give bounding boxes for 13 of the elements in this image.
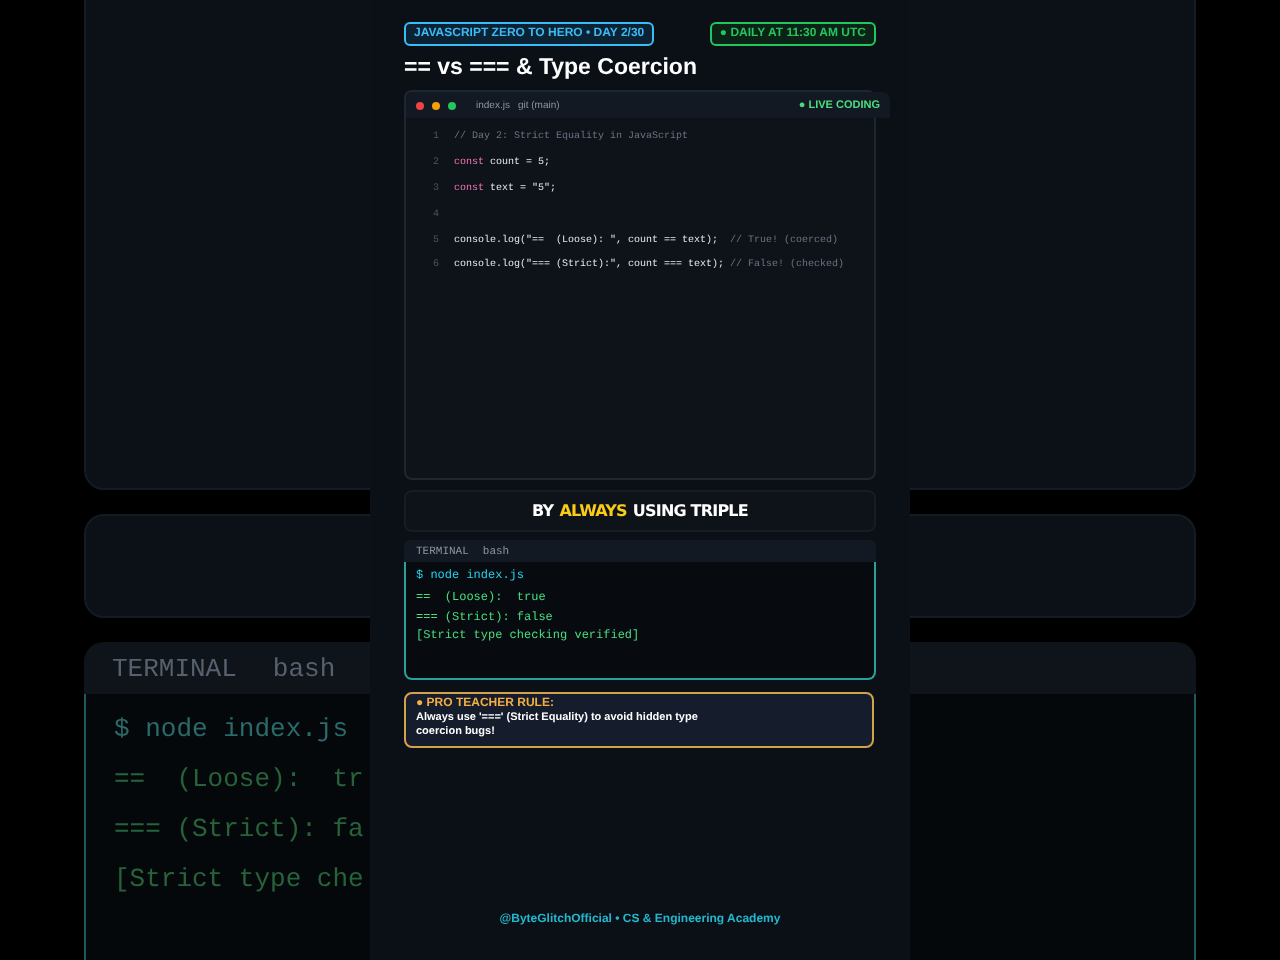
blurred-terminal-line: === (Strict): fa xyxy=(114,814,364,844)
close-dot-icon xyxy=(416,101,424,109)
caption-word: USING TRIPLE xyxy=(632,502,748,520)
blurred-terminal-line: $ node index.js xyxy=(114,714,349,744)
blurred-terminal-line: == (Loose): tr xyxy=(114,764,364,794)
blurred-terminal-line: [Strict type che xyxy=(114,864,364,894)
minimize-dot-icon xyxy=(432,101,440,109)
lesson-title: == vs === & Type Coercion xyxy=(404,56,699,80)
blurred-terminal-title: TERMINAL xyxy=(112,653,237,683)
blurred-shell-label: bash xyxy=(272,653,336,683)
maximize-dot-icon xyxy=(448,101,456,109)
caption-word: BY xyxy=(532,502,554,520)
caption-word: ALWAYS xyxy=(559,502,627,520)
